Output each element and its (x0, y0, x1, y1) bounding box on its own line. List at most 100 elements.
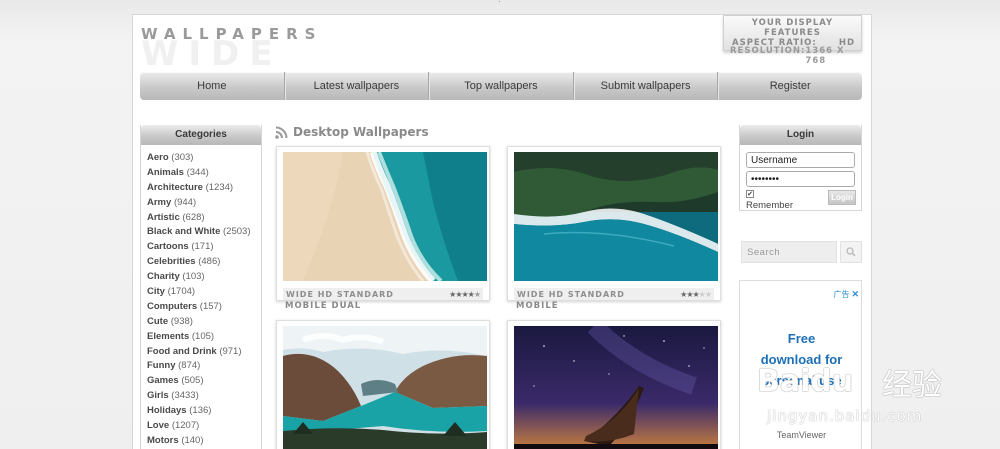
category-item[interactable]: Motors (140) (147, 434, 261, 449)
category-item[interactable]: City (1704) (147, 285, 261, 300)
category-name[interactable]: Love (147, 420, 169, 431)
nav-register[interactable]: Register (718, 72, 862, 100)
resolution-value: 1366 X 768 (805, 46, 845, 66)
category-name[interactable]: Food and Drink (147, 346, 217, 357)
ad-line-3: personal use (761, 373, 842, 388)
category-count: (103) (182, 271, 205, 283)
search-box: Search (741, 241, 862, 265)
category-item[interactable]: Food and Drink (971) (147, 345, 261, 360)
category-count: (2503) (223, 226, 251, 238)
category-item[interactable]: Black and White (2503) (147, 225, 261, 240)
category-name[interactable]: Motors (147, 435, 179, 446)
login-button[interactable]: Login (828, 190, 856, 205)
category-name[interactable]: Artistic (147, 212, 180, 223)
nav-top-wallpapers[interactable]: Top wallpapers (429, 72, 574, 100)
nav-home[interactable]: Home (140, 72, 285, 100)
category-item[interactable]: Artistic (628) (147, 211, 261, 226)
display-features-line1: YOUR DISPLAY (751, 18, 834, 28)
login-panel: Login ✔ Remember Login (739, 125, 862, 211)
top-ellipsis: · (498, 0, 501, 6)
category-count: (157) (199, 300, 222, 312)
category-name[interactable]: Army (147, 197, 171, 208)
nav-latest-wallpapers[interactable]: Latest wallpapers (285, 72, 430, 100)
category-name[interactable]: City (147, 286, 165, 297)
category-item[interactable]: Holidays (136) (147, 404, 261, 419)
resolution-label: RESOLUTION: (730, 46, 806, 56)
wallpaper-card[interactable] (507, 319, 721, 449)
category-item[interactable]: Funny (874) (147, 359, 261, 374)
section-title: Desktop Wallpapers (275, 125, 429, 139)
categories-panel: Categories Aero (303) Animals (344) Archit… (140, 125, 262, 449)
ad-line-2: download for (760, 352, 843, 367)
category-name[interactable]: Charity (147, 271, 180, 282)
category-count: (505) (181, 375, 204, 387)
site-logo[interactable]: WIDE WALLPAPERS (141, 25, 341, 71)
rating-stars: ★★★★★ (680, 289, 712, 299)
category-name[interactable]: Cute (147, 316, 168, 327)
ad-brand: TeamViewer (776, 430, 827, 440)
wallpaper-thumbnail-fjord[interactable] (283, 326, 487, 449)
category-count: (1234) (205, 181, 234, 193)
category-item[interactable]: Love (1207) (147, 419, 261, 434)
category-count: (1207) (171, 420, 200, 432)
category-count: (486) (198, 256, 221, 268)
login-header: Login (740, 125, 861, 145)
card-meta: WIDE HD STANDARD ★★★★★ (283, 288, 483, 300)
advertisement[interactable]: 广告 ✕ Free download for personal use Team… (739, 280, 862, 449)
category-count: (303) (171, 152, 194, 163)
category-count: (3433) (171, 390, 199, 402)
category-name[interactable]: Funny (147, 360, 176, 371)
resolution-row: RESOLUTION: 1366 X 768 (730, 46, 866, 66)
category-name[interactable]: Games (147, 375, 179, 386)
ad-label: 广告 (833, 290, 850, 299)
category-item[interactable]: Cartoons (171) (147, 240, 261, 255)
remember-checkbox[interactable]: ✔ (746, 190, 754, 198)
category-name[interactable]: Animals (147, 167, 184, 178)
category-name[interactable]: Computers (147, 301, 197, 312)
category-item[interactable]: Computers (157) (147, 300, 261, 315)
category-name[interactable]: Architecture (147, 182, 203, 193)
category-item[interactable]: Aero (303) (147, 151, 261, 166)
search-input[interactable]: Search (741, 241, 837, 263)
category-name[interactable]: Holidays (147, 405, 187, 416)
card-standard-label: WIDE HD STANDARD (517, 289, 625, 299)
category-name[interactable]: Black and White (147, 226, 220, 237)
category-item[interactable]: Animals (344) (147, 166, 261, 181)
category-name[interactable]: Elements (147, 331, 189, 342)
category-count: (171) (191, 241, 214, 253)
category-item[interactable]: Games (505) (147, 374, 261, 389)
category-name[interactable]: Cartoons (147, 241, 189, 252)
username-input[interactable] (746, 152, 855, 168)
category-item[interactable]: Cute (938) (147, 315, 261, 330)
search-button[interactable] (840, 241, 862, 263)
wallpaper-card[interactable] (276, 320, 490, 449)
wallpaper-card[interactable]: WIDE HD STANDARD ★★★★★ (507, 146, 721, 301)
wallpaper-card[interactable]: WIDE HD STANDARD ★★★★★ (276, 146, 490, 301)
category-count: (944) (173, 196, 197, 208)
category-count: (971) (219, 345, 242, 357)
wallpaper-thumbnail-night-boat[interactable] (514, 319, 718, 449)
wallpaper-thumbnail-beach[interactable] (283, 150, 487, 284)
rss-icon[interactable] (275, 126, 288, 139)
category-name[interactable]: Celebrities (147, 256, 196, 267)
password-input[interactable] (746, 171, 855, 187)
ad-close-icon[interactable]: ✕ (851, 289, 859, 300)
category-item[interactable]: Army (944) (147, 196, 261, 211)
card-subtitle[interactable]: MOBILE (516, 301, 559, 311)
category-name[interactable]: Girls (147, 390, 169, 401)
category-count: (105) (191, 330, 215, 342)
category-item[interactable]: Girls (3433) (147, 389, 261, 404)
category-item[interactable]: Architecture (1234) (147, 181, 261, 196)
card-meta: WIDE HD STANDARD ★★★★★ (514, 288, 714, 300)
categories-list: Aero (303) Animals (344) Architecture (123… (141, 145, 261, 449)
card-standard-label: WIDE HD STANDARD (286, 289, 394, 299)
category-item[interactable]: Elements (105) (147, 330, 261, 345)
logo-wallpapers-text: WALLPAPERS (141, 25, 323, 43)
category-item[interactable]: Celebrities (486) (147, 255, 261, 270)
wallpaper-thumbnail-coast[interactable] (514, 152, 718, 281)
category-name[interactable]: Aero (147, 152, 169, 163)
category-item[interactable]: Charity (103) (147, 270, 261, 285)
section-title-text: Desktop Wallpapers (293, 125, 429, 139)
nav-submit-wallpapers[interactable]: Submit wallpapers (574, 72, 719, 100)
card-subtitle[interactable]: MOBILE DUAL (285, 301, 361, 311)
